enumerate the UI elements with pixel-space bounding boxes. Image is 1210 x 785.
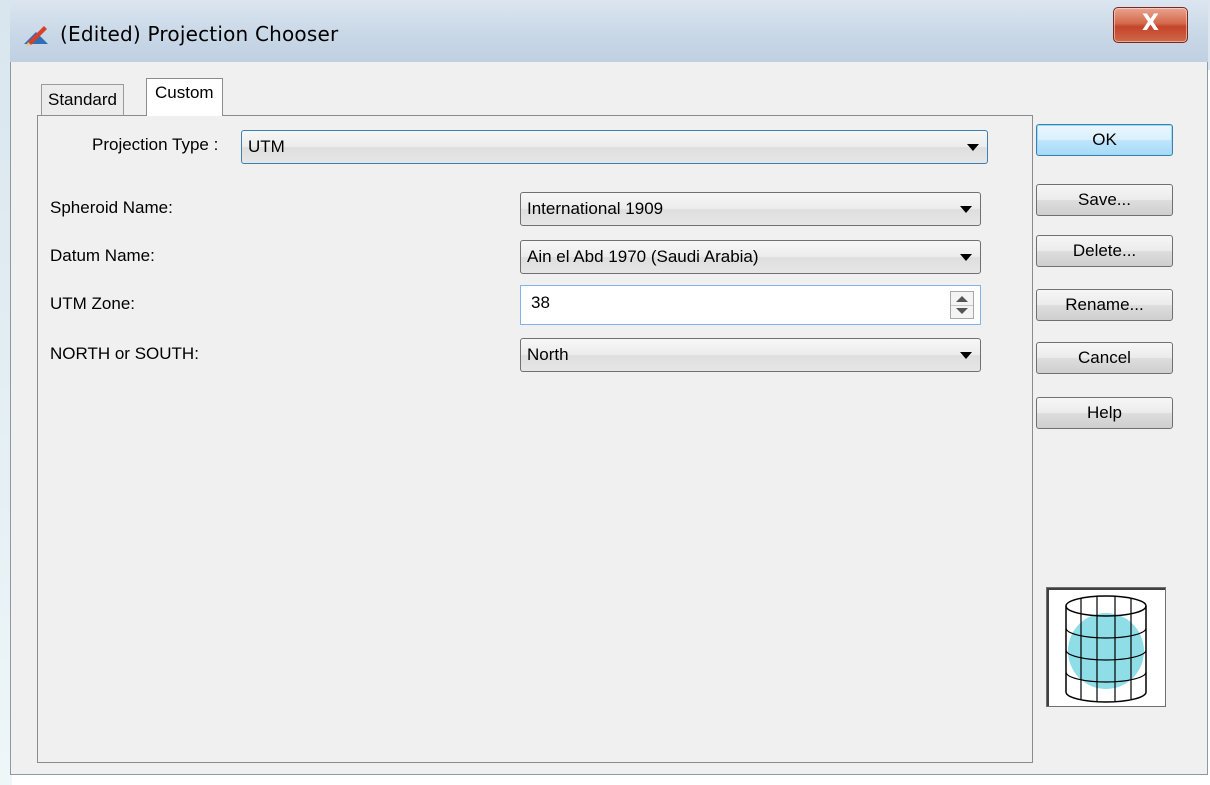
help-button[interactable]: Help: [1036, 397, 1173, 429]
tab-custom[interactable]: Custom: [146, 78, 223, 116]
projection-type-value: UTM: [248, 137, 285, 156]
utm-zone-label: UTM Zone:: [50, 294, 136, 313]
cylindrical-projection-globe-icon: [1046, 587, 1166, 707]
chevron-down-icon: [967, 144, 979, 151]
datum-name-dropdown[interactable]: Ain el Abd 1970 (Saudi Arabia): [520, 240, 981, 274]
custom-tab-panel: Projection Type : UTM Spheroid Name: Int…: [37, 115, 1033, 763]
chevron-down-icon: [960, 352, 972, 359]
close-button[interactable]: X: [1113, 7, 1188, 43]
spin-up-icon[interactable]: [956, 296, 968, 302]
utm-zone-spinner[interactable]: 38: [520, 285, 981, 325]
spinner-divider: [951, 305, 973, 306]
ok-button[interactable]: OK: [1036, 124, 1173, 156]
spheroid-name-label: Spheroid Name:: [50, 198, 173, 217]
spheroid-name-value: International 1909: [527, 199, 664, 218]
dialog-body: Standard Custom Projection Type : UTM Sp…: [10, 62, 1208, 775]
projection-chooser-dialog: (Edited) Projection Chooser X Standard C…: [10, 0, 1208, 776]
projection-pencil-icon: [24, 26, 48, 46]
tab-standard[interactable]: Standard: [41, 84, 124, 115]
globe-drawing: [1065, 595, 1147, 703]
delete-button[interactable]: Delete...: [1036, 235, 1173, 267]
spinner-buttons[interactable]: [950, 291, 974, 319]
window-title: (Edited) Projection Chooser: [60, 22, 339, 46]
projection-type-label: Projection Type :: [92, 135, 219, 154]
projection-type-dropdown[interactable]: UTM: [241, 130, 988, 164]
north-south-dropdown[interactable]: North: [520, 338, 981, 372]
title-bar[interactable]: (Edited) Projection Chooser X: [10, 0, 1208, 63]
save-button[interactable]: Save...: [1036, 184, 1173, 216]
utm-zone-value: 38: [531, 293, 550, 312]
rename-button[interactable]: Rename...: [1036, 289, 1173, 321]
north-south-value: North: [527, 345, 569, 364]
datum-name-label: Datum Name:: [50, 246, 155, 265]
spin-down-icon[interactable]: [956, 308, 968, 314]
cancel-button[interactable]: Cancel: [1036, 342, 1173, 374]
chevron-down-icon: [960, 254, 972, 261]
datum-name-value: Ain el Abd 1970 (Saudi Arabia): [527, 247, 759, 266]
spheroid-name-dropdown[interactable]: International 1909: [520, 192, 981, 226]
chevron-down-icon: [960, 206, 972, 213]
north-south-label: NORTH or SOUTH:: [50, 344, 199, 363]
